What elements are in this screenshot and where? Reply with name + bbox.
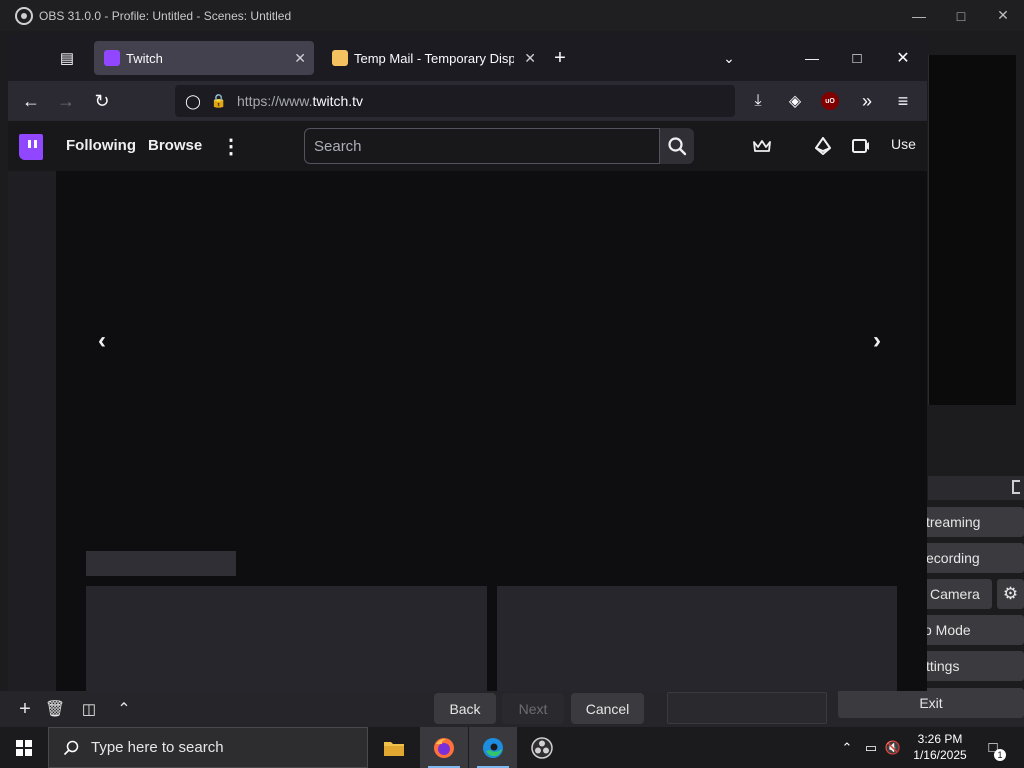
- minimize-icon[interactable]: —: [898, 0, 940, 31]
- tab-bar: ▤ Twitch ✕ Temp Mail - Temporary Disposa…: [8, 35, 927, 81]
- controls-dock-header: [928, 476, 1024, 500]
- cancel-button[interactable]: Cancel: [571, 693, 644, 724]
- virtual-camera-settings-gear-icon[interactable]: ⚙: [997, 579, 1024, 609]
- notifications-icon[interactable]: □ 1: [982, 727, 1006, 768]
- tab-overview-icon[interactable]: ▤: [56, 47, 78, 69]
- twitch-logo-icon[interactable]: [19, 134, 43, 160]
- back-button[interactable]: Back: [434, 693, 496, 724]
- tab-twitch[interactable]: Twitch ✕: [94, 41, 314, 75]
- obs-logo-icon: [15, 6, 33, 25]
- downloads-icon[interactable]: ⤓: [746, 89, 770, 113]
- twitch-side-nav: [8, 171, 56, 691]
- tracking-protection-shield-icon[interactable]: ◯: [183, 91, 203, 111]
- bits-diamond-icon[interactable]: [812, 135, 834, 157]
- browse-link[interactable]: Browse: [148, 137, 202, 154]
- start-windows-icon[interactable]: [0, 727, 48, 768]
- forward-arrow-icon[interactable]: →: [54, 89, 78, 113]
- obs-status-field: [667, 692, 827, 724]
- overflow-chevrons-icon[interactable]: »: [855, 89, 879, 113]
- close-tab-icon[interactable]: ✕: [524, 50, 536, 67]
- clock-time: 3:26 PM: [917, 732, 963, 746]
- studio-mode-button[interactable]: o Mode: [918, 615, 1024, 645]
- carousel-prev-chevron-left-icon[interactable]: ‹: [98, 327, 106, 355]
- volume-muted-icon[interactable]: 🔇: [882, 740, 904, 756]
- tab-label: Twitch: [126, 50, 163, 66]
- search-icon[interactable]: [660, 128, 694, 164]
- notification-count-badge: 1: [994, 749, 1006, 761]
- get-ad-free-icon[interactable]: [850, 135, 872, 157]
- trash-icon[interactable]: 🗑: [41, 695, 69, 723]
- loading-placeholder-card: [497, 586, 897, 691]
- extensions-icon[interactable]: ◈: [783, 89, 807, 113]
- obs-studio-icon[interactable]: [518, 727, 566, 768]
- url-bar[interactable]: ◯ 🔒 https://www.twitch.tv: [175, 85, 735, 117]
- add-icon[interactable]: +: [11, 695, 39, 723]
- chevron-up-icon[interactable]: ⌃: [110, 695, 138, 723]
- following-link[interactable]: Following: [66, 137, 136, 154]
- twitch-favicon-icon: [104, 50, 120, 66]
- list-tabs-chevron-down-icon[interactable]: ⌄: [718, 47, 740, 69]
- url-text: https://www.twitch.tv: [237, 93, 364, 109]
- close-icon[interactable]: ✕: [892, 47, 914, 69]
- dock-float-icon[interactable]: [1012, 480, 1020, 494]
- twitch-top-nav: Following Browse ⋮ Search Use: [8, 121, 927, 171]
- virtual-camera-button[interactable]: Camera: [918, 579, 992, 609]
- properties-icon[interactable]: ◫: [75, 695, 103, 723]
- close-icon[interactable]: ✕: [982, 0, 1024, 31]
- loading-placeholder-card: [86, 586, 487, 691]
- obs-title-bar: OBS 31.0.0 - Profile: Untitled - Scenes:…: [0, 0, 1024, 31]
- twitch-search-input[interactable]: Search: [304, 128, 660, 164]
- lock-icon[interactable]: 🔒: [209, 91, 229, 111]
- firefox-icon[interactable]: [420, 727, 468, 768]
- close-tab-icon[interactable]: ✕: [294, 50, 306, 67]
- prime-crown-icon[interactable]: [750, 135, 774, 157]
- tab-temp-mail[interactable]: Temp Mail - Temporary Disposa ✕: [322, 41, 542, 75]
- tab-label: Temp Mail - Temporary Disposa: [354, 50, 514, 66]
- clock-date: 1/16/2025: [913, 748, 967, 762]
- next-button[interactable]: Next: [502, 693, 564, 724]
- file-explorer-icon[interactable]: [370, 727, 418, 768]
- network-icon[interactable]: ▭: [860, 740, 882, 756]
- user-menu-link[interactable]: Use: [891, 136, 916, 152]
- loading-placeholder-heading: [86, 551, 236, 576]
- firefox-window: ▤ Twitch ✕ Temp Mail - Temporary Disposa…: [8, 35, 927, 691]
- settings-button[interactable]: ttings: [918, 651, 1024, 681]
- back-arrow-icon[interactable]: ←: [19, 89, 43, 113]
- ublock-origin-icon[interactable]: uO: [821, 92, 839, 110]
- new-tab-icon[interactable]: +: [549, 47, 571, 69]
- obs-preview-area: [928, 55, 1016, 405]
- system-clock[interactable]: 3:26 PM 1/16/2025: [905, 731, 975, 763]
- obs-window-title: OBS 31.0.0 - Profile: Untitled - Scenes:…: [39, 8, 292, 23]
- reload-icon[interactable]: ↻: [90, 89, 114, 113]
- show-hidden-icons-chevron-up-icon[interactable]: ⌃: [838, 740, 856, 756]
- start-streaming-button[interactable]: treaming: [918, 507, 1024, 537]
- twitch-main-content: ‹ ›: [56, 171, 927, 691]
- app-menu-icon[interactable]: ≡: [891, 89, 915, 113]
- minimize-icon[interactable]: —: [801, 47, 823, 69]
- maximize-icon[interactable]: □: [940, 0, 982, 31]
- start-recording-button[interactable]: ecording: [918, 543, 1024, 573]
- mail-favicon-icon: [332, 50, 348, 66]
- windows-taskbar: Type here to search ⌃ ▭ 🔇 3:26 PM 1/16/2…: [0, 727, 1024, 768]
- exit-button[interactable]: Exit: [838, 688, 1024, 718]
- search-icon: [63, 740, 79, 755]
- edge-browser-icon[interactable]: [469, 727, 517, 768]
- carousel-next-chevron-right-icon[interactable]: ›: [873, 327, 881, 355]
- maximize-icon[interactable]: □: [846, 47, 868, 69]
- taskbar-search-input[interactable]: Type here to search: [48, 727, 368, 768]
- more-options-kebab-icon[interactable]: ⋮: [221, 134, 241, 158]
